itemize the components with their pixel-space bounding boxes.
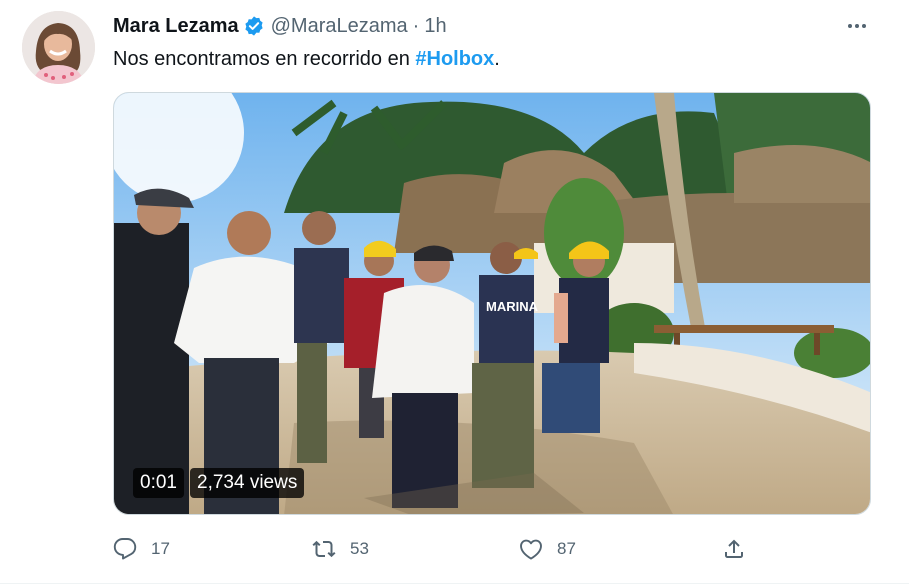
avatar-photo xyxy=(22,11,95,84)
author-name[interactable]: Mara Lezama xyxy=(113,15,239,38)
tweet-text-end: . xyxy=(494,48,500,70)
retweet-button[interactable]: 53 xyxy=(312,532,369,566)
more-options-icon[interactable] xyxy=(845,14,869,38)
like-count: 87 xyxy=(557,539,576,558)
like-button[interactable]: 87 xyxy=(519,532,576,566)
video-views-badge: 2,734 views xyxy=(190,468,305,498)
reply-button[interactable]: 17 xyxy=(113,532,170,566)
tweet-text: Nos encontramos en recorrido en #Holbox. xyxy=(113,46,500,72)
tweet-timestamp[interactable]: 1h xyxy=(424,15,446,38)
tweet-card[interactable]: Mara Lezama @MaraLezama · 1h Nos encontr… xyxy=(0,0,909,584)
video-duration-badge: 0:01 xyxy=(133,468,184,498)
tweet-header: Mara Lezama @MaraLezama · 1h xyxy=(113,13,447,39)
hashtag-link[interactable]: #Holbox xyxy=(415,48,494,70)
video-player[interactable]: MARINA 0:01 2,734 views xyxy=(113,92,871,515)
separator-dot: · xyxy=(412,14,420,37)
avatar[interactable] xyxy=(22,11,95,84)
svg-text:MARINA: MARINA xyxy=(486,299,539,314)
retweet-count: 53 xyxy=(350,539,369,558)
tweet-text-body: Nos encontramos en recorrido en xyxy=(113,48,416,70)
reply-count: 17 xyxy=(151,539,170,558)
video-thumbnail: MARINA xyxy=(114,93,870,514)
verified-badge-icon xyxy=(243,15,265,37)
share-button[interactable] xyxy=(722,532,746,566)
reply-icon xyxy=(113,537,137,561)
share-icon xyxy=(722,537,746,561)
author-handle[interactable]: @MaraLezama xyxy=(271,15,408,38)
tweet-actions: 17 53 87 xyxy=(113,532,833,566)
retweet-icon xyxy=(312,537,336,561)
heart-icon xyxy=(519,537,543,561)
